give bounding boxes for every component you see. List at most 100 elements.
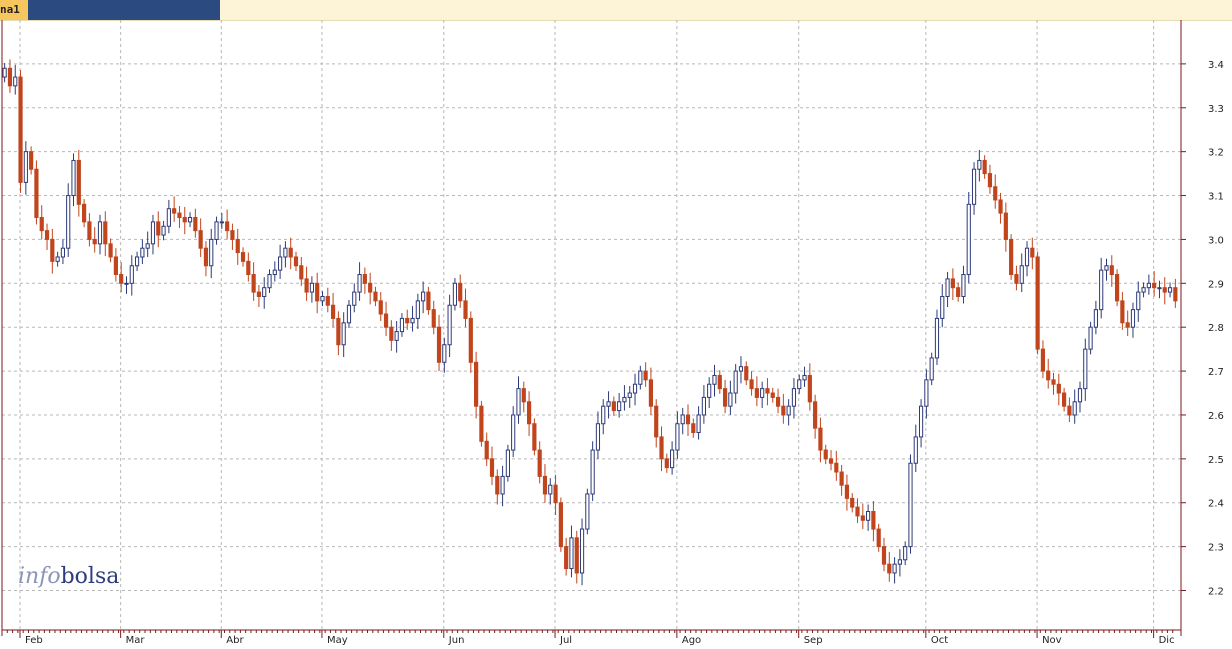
candle-up [961, 265, 966, 304]
chart-tab-label[interactable]: na1 [0, 0, 28, 20]
candle-body [1051, 379, 1056, 385]
candle-down [193, 208, 198, 238]
candle-body [818, 427, 823, 451]
candle-down [198, 218, 203, 257]
candle-down [235, 228, 240, 265]
logo-bolsa-text: bolsa [61, 564, 120, 589]
candles [2, 59, 1178, 586]
candle-body [129, 265, 134, 284]
candle-body [187, 216, 193, 223]
candle-down [489, 446, 495, 486]
y-tick-label: 2.6 [1208, 411, 1224, 422]
candle-body [82, 203, 87, 223]
candle-down [855, 498, 860, 523]
candle-body [426, 291, 431, 311]
candle-body [595, 423, 601, 451]
candle-body [802, 374, 807, 381]
candle-down [92, 227, 97, 253]
candle-down [1040, 340, 1046, 379]
candle-body [489, 458, 495, 477]
candle-down [834, 450, 839, 481]
candle-body [526, 401, 532, 425]
y-tick-label: 3.3 [1208, 104, 1224, 115]
candle-body [97, 221, 103, 245]
x-tick-label: Abr [226, 635, 244, 646]
candle-body [807, 374, 812, 403]
candle-body [219, 221, 224, 224]
candle-body [945, 278, 950, 297]
candle-body [256, 291, 262, 297]
candle-body [934, 317, 940, 359]
candle-up [1136, 281, 1141, 322]
candle-up [320, 291, 325, 307]
candle-body [696, 414, 701, 434]
candle-body [474, 361, 479, 407]
candle-body [887, 563, 892, 574]
candle-body [309, 282, 314, 293]
x-tick-label: Dic [1159, 635, 1175, 646]
candle-body [839, 471, 844, 486]
candle-body [537, 449, 542, 477]
candle-down [558, 497, 563, 552]
candle-body [1120, 300, 1125, 324]
candle-down [378, 292, 383, 322]
candle-down [436, 314, 442, 372]
candle-up [66, 183, 71, 257]
candle-body [982, 159, 987, 175]
candle-down [521, 381, 526, 413]
candle-down [860, 503, 865, 530]
candle-up [13, 64, 18, 95]
candle-up [410, 306, 415, 332]
grid [2, 20, 1181, 630]
candle-body [383, 313, 389, 328]
x-tick-label: Nov [1042, 635, 1062, 646]
candle-body [442, 344, 447, 363]
candle-body [579, 528, 585, 574]
candle-down [172, 196, 177, 222]
candle-down [240, 247, 246, 267]
candle-body [516, 388, 521, 416]
candle-down [1014, 265, 1019, 291]
candle-body [712, 374, 717, 385]
candle-body [1009, 238, 1014, 276]
candle-down [156, 211, 161, 248]
candle-body [913, 436, 918, 464]
candle-body [463, 300, 468, 319]
candle-down [876, 523, 881, 552]
candle-down [871, 500, 876, 542]
candle-body [230, 230, 235, 240]
y-tick-label: 3.0 [1208, 235, 1224, 246]
chart-tab[interactable] [28, 0, 220, 20]
candle-body [553, 484, 558, 504]
candle-body [977, 159, 982, 170]
candle-up [283, 241, 288, 268]
candle-up [897, 549, 902, 577]
candle-down [813, 394, 818, 439]
candle-up [55, 251, 60, 267]
candle-body [892, 563, 897, 574]
candle-down [1009, 234, 1014, 280]
candle-body [1167, 287, 1173, 293]
candle-down [1114, 269, 1120, 307]
candle-down [823, 444, 828, 465]
candle-body [971, 168, 977, 205]
candle-body [903, 546, 908, 561]
candle-body [346, 304, 352, 324]
candle-down [574, 530, 579, 584]
candle-body [421, 291, 426, 302]
candle-down [844, 474, 850, 511]
candle-body [717, 374, 722, 390]
candle-down [44, 223, 50, 250]
candle-body [918, 405, 924, 438]
candle-body [484, 440, 489, 460]
candle-down [839, 464, 844, 496]
candle-down [76, 149, 81, 217]
candle-down [288, 237, 293, 270]
candle-up [1093, 300, 1098, 335]
candle-body [262, 287, 267, 297]
candle-body [850, 497, 855, 508]
candle-body [791, 388, 797, 407]
candle-up [452, 278, 458, 311]
candle-body [145, 243, 150, 249]
candle-body [235, 238, 240, 254]
